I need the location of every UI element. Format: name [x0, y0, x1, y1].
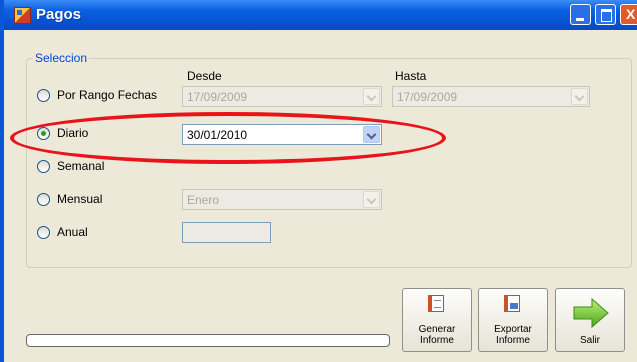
exit-arrow-icon — [573, 298, 609, 328]
exportar-label-line1: Exportar — [494, 324, 532, 335]
generar-informe-button[interactable]: Generar Informe — [402, 288, 472, 352]
anual-year-input[interactable] — [182, 222, 271, 243]
salir-label: Salir — [579, 335, 600, 346]
mensual-month-value: Enero — [187, 193, 220, 207]
exportar-label-line2: Informe — [496, 335, 530, 346]
selection-group-legend: Seleccion — [33, 51, 90, 65]
hasta-date-combo[interactable]: 17/09/2009 — [392, 86, 590, 107]
chevron-down-icon[interactable] — [571, 88, 588, 105]
radio-anual-label: Anual — [57, 225, 88, 239]
minimize-button[interactable] — [570, 4, 591, 25]
highlight-oval — [10, 112, 446, 164]
generar-informe-label: Generar Informe — [403, 324, 471, 346]
desde-date-combo[interactable]: 17/09/2009 — [182, 86, 382, 107]
window-title: Pagos — [36, 6, 82, 23]
exportar-informe-button[interactable]: Exportar Informe — [478, 288, 548, 352]
export-icon — [504, 295, 520, 312]
desde-date-value: 17/09/2009 — [187, 90, 248, 104]
chevron-down-icon[interactable] — [363, 191, 380, 208]
hasta-header: Hasta — [395, 69, 427, 83]
radio-rango-fechas[interactable] — [37, 89, 50, 102]
title-bar: Pagos — [4, 0, 637, 30]
maximize-button[interactable] — [595, 4, 616, 25]
desde-header: Desde — [187, 69, 222, 83]
radio-semanal-label: Semanal — [57, 159, 105, 173]
radio-mensual-label: Mensual — [57, 192, 103, 206]
exportar-informe-label: Exportar Informe — [479, 324, 547, 346]
app-icon — [14, 7, 31, 24]
mensual-month-combo[interactable]: Enero — [182, 189, 382, 210]
radio-anual[interactable] — [37, 226, 50, 239]
salir-button[interactable]: Salir — [555, 288, 625, 352]
chevron-down-icon[interactable] — [363, 88, 380, 105]
radio-semanal[interactable] — [37, 160, 50, 173]
generar-label-line2: Informe — [420, 335, 454, 346]
hasta-date-value: 17/09/2009 — [397, 90, 458, 104]
progress-bar — [26, 334, 390, 347]
close-button[interactable] — [620, 4, 637, 25]
report-icon — [428, 295, 444, 312]
generar-label-line1: Generar — [418, 324, 456, 335]
radio-rango-fechas-label: Por Rango Fechas — [57, 88, 158, 102]
radio-mensual[interactable] — [37, 193, 50, 206]
